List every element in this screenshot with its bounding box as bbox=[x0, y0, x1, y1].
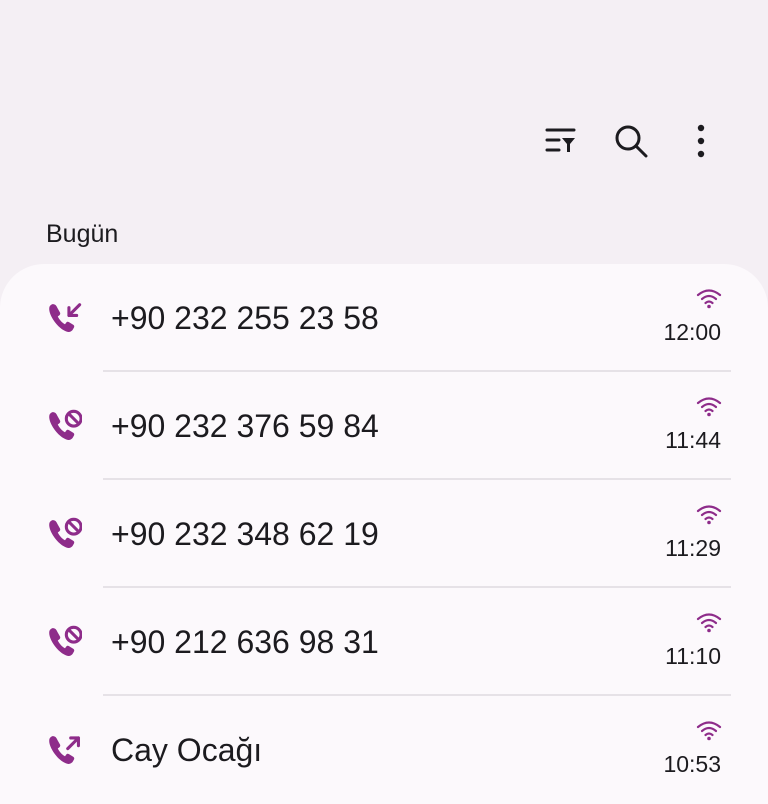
blocked-call-icon bbox=[49, 409, 82, 440]
incoming-call-icon bbox=[49, 303, 82, 332]
caller-name: +90 212 636 98 31 bbox=[111, 624, 379, 660]
call-log-row[interactable]: +90 232 348 62 19 11:29 bbox=[0, 480, 768, 588]
outgoing-call-icon bbox=[49, 736, 80, 764]
call-log-row[interactable]: Cay Ocağı 10:53 bbox=[0, 696, 768, 804]
blocked-call-icon bbox=[49, 625, 82, 656]
caller-name: +90 232 255 23 58 bbox=[111, 300, 379, 336]
filter-button[interactable] bbox=[532, 112, 590, 170]
top-toolbar bbox=[520, 112, 730, 170]
wifi-call-icon bbox=[696, 505, 722, 525]
search-icon bbox=[615, 125, 648, 158]
wifi-call-icon bbox=[696, 397, 722, 417]
search-button[interactable] bbox=[602, 112, 660, 170]
filter-list-icon bbox=[545, 128, 576, 152]
caller-name: +90 232 376 59 84 bbox=[111, 408, 379, 444]
call-time: 10:53 bbox=[663, 751, 721, 777]
more-options-button[interactable] bbox=[672, 112, 730, 170]
wifi-call-icon bbox=[696, 289, 722, 309]
more-vert-icon bbox=[697, 124, 705, 158]
call-log-row[interactable]: +90 212 636 98 31 11:10 bbox=[0, 588, 768, 696]
caller-name: +90 232 348 62 19 bbox=[111, 516, 379, 552]
call-log-card: +90 232 255 23 58 12:00 +90 232 376 59 84 1… bbox=[0, 264, 768, 804]
call-time: 11:29 bbox=[665, 535, 721, 561]
call-time: 11:10 bbox=[665, 643, 721, 669]
call-log-row[interactable]: +90 232 255 23 58 12:00 bbox=[0, 264, 768, 372]
section-header-today: Bugün bbox=[46, 220, 119, 248]
call-time: 11:44 bbox=[665, 427, 721, 453]
wifi-call-icon bbox=[696, 613, 722, 633]
wifi-call-icon bbox=[696, 721, 722, 741]
caller-name: Cay Ocağı bbox=[111, 732, 263, 768]
call-time: 12:00 bbox=[663, 319, 721, 345]
call-log-row[interactable]: +90 232 376 59 84 11:44 bbox=[0, 372, 768, 480]
blocked-call-icon bbox=[49, 517, 82, 548]
